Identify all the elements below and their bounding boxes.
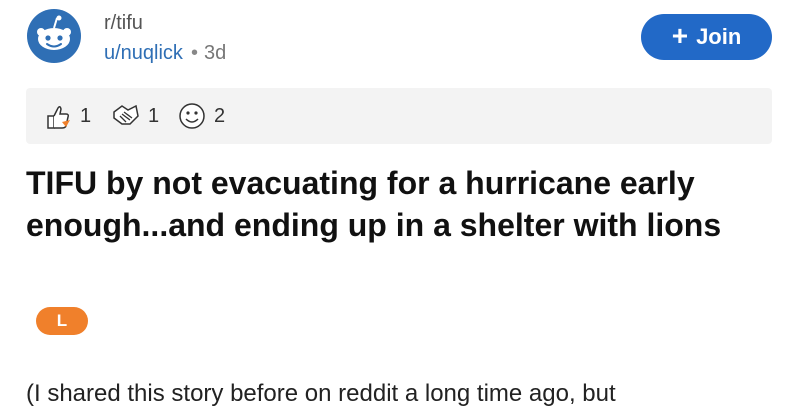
post-meta: u/nuqlick • 3d — [104, 42, 226, 65]
plus-icon: + — [671, 20, 689, 51]
award-thumbs-up[interactable]: 1 — [42, 100, 91, 132]
awards-bar[interactable]: 1 1 2 — [26, 88, 772, 144]
post-body-preview: (I shared this story before on reddit a … — [26, 380, 616, 407]
join-label: Join — [696, 24, 742, 49]
post-title[interactable]: TIFU by not evacuating for a hurricane e… — [26, 162, 772, 246]
thumbs-up-rocket-icon — [47, 105, 70, 129]
handshake-icon — [113, 104, 139, 125]
award-handshake[interactable]: 1 — [110, 100, 159, 132]
smiley-face-icon — [179, 103, 205, 129]
post-flair[interactable]: L — [36, 307, 88, 335]
subreddit-name[interactable]: r/tifu — [104, 12, 143, 35]
post-header: r/tifu u/nuqlick • 3d + Join — [0, 0, 800, 80]
subreddit-icon[interactable] — [26, 8, 82, 64]
meta-separator: • — [190, 42, 198, 64]
join-button[interactable]: + Join — [641, 14, 772, 60]
award-count: 1 — [148, 104, 160, 127]
author-link[interactable]: u/nuqlick — [104, 42, 183, 64]
award-count: 1 — [80, 104, 92, 127]
post-age: 3d — [203, 42, 227, 64]
award-smiley[interactable]: 2 — [176, 100, 225, 132]
award-count: 2 — [214, 104, 226, 127]
